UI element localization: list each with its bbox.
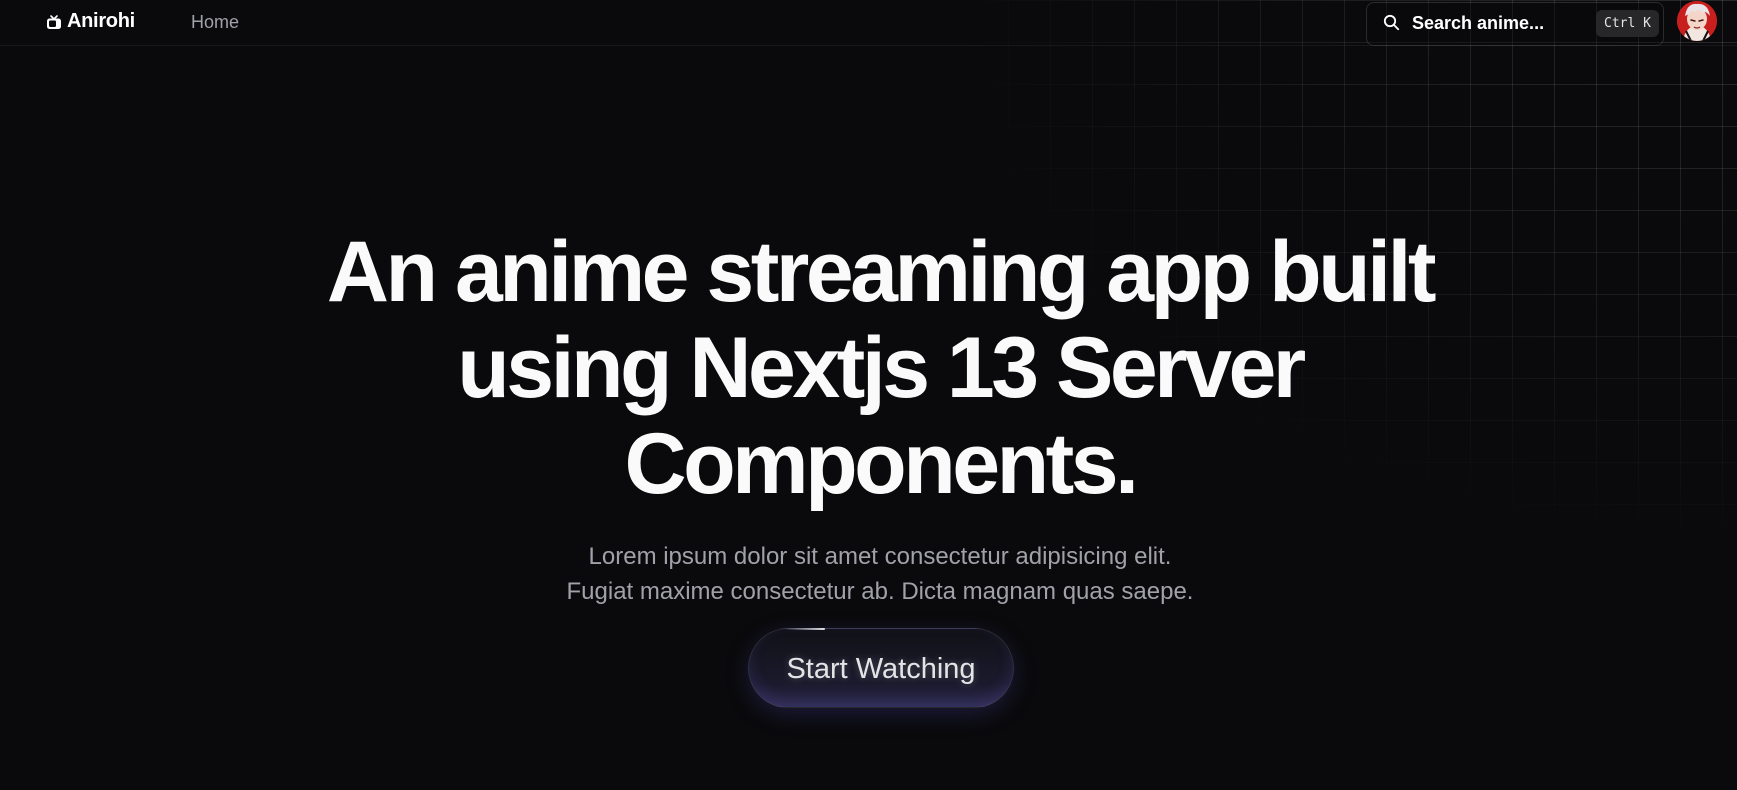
user-avatar[interactable] bbox=[1677, 1, 1717, 41]
hero-title-line: using Nextjs 13 Server bbox=[457, 320, 1306, 416]
search-button[interactable]: Search anime... Ctrl K bbox=[1366, 2, 1664, 46]
hero-title-line: Components. bbox=[624, 416, 1139, 512]
button-shine bbox=[785, 628, 825, 630]
hero-subtitle: Lorem ipsum dolor sit amet consectetur a… bbox=[430, 539, 1330, 609]
search-icon bbox=[1383, 14, 1400, 31]
nav-link-home[interactable]: Home bbox=[191, 12, 239, 33]
page: Anirohi Home Search anime... Ctrl K An a… bbox=[0, 0, 1737, 790]
search-placeholder: Search anime... bbox=[1412, 13, 1545, 33]
hero-subtitle-line: Fugiat maxime consectetur ab. Dicta magn… bbox=[566, 578, 1194, 605]
brand-name: Anirohi bbox=[67, 10, 135, 32]
top-nav-bar: Anirohi Home Search anime... Ctrl K bbox=[0, 0, 1737, 46]
tv-icon bbox=[46, 14, 62, 30]
hero-title: An anime streaming app built using Nextj… bbox=[230, 224, 1530, 512]
start-watching-label: Start Watching bbox=[786, 653, 976, 685]
keyboard-shortcut-badge: Ctrl K bbox=[1596, 10, 1659, 37]
hero-subtitle-line: Lorem ipsum dolor sit amet consectetur a… bbox=[588, 543, 1172, 570]
hero-title-line: An anime streaming app built bbox=[326, 224, 1437, 320]
brand-logo-link[interactable]: Anirohi bbox=[46, 10, 135, 33]
start-watching-button[interactable]: Start Watching bbox=[748, 628, 1014, 708]
